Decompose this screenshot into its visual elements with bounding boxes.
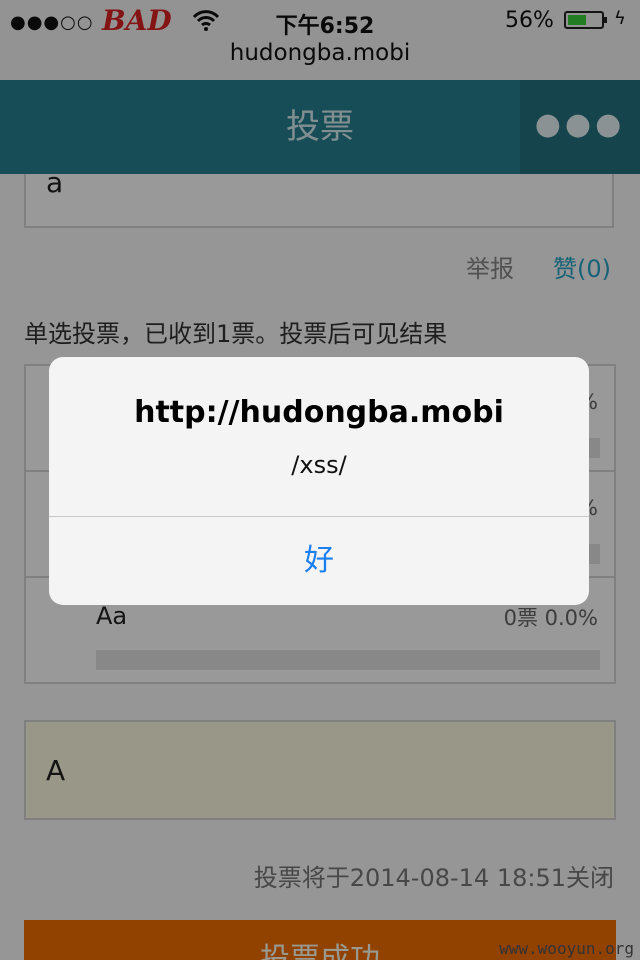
watermark: www.wooyun.org bbox=[499, 939, 634, 958]
alert-ok-button[interactable]: 好 bbox=[49, 517, 589, 605]
alert-dialog: http://hudongba.mobi /xss/ 好 bbox=[49, 357, 589, 605]
alert-message: /xss/ bbox=[291, 451, 347, 479]
alert-title: http://hudongba.mobi bbox=[134, 395, 504, 430]
